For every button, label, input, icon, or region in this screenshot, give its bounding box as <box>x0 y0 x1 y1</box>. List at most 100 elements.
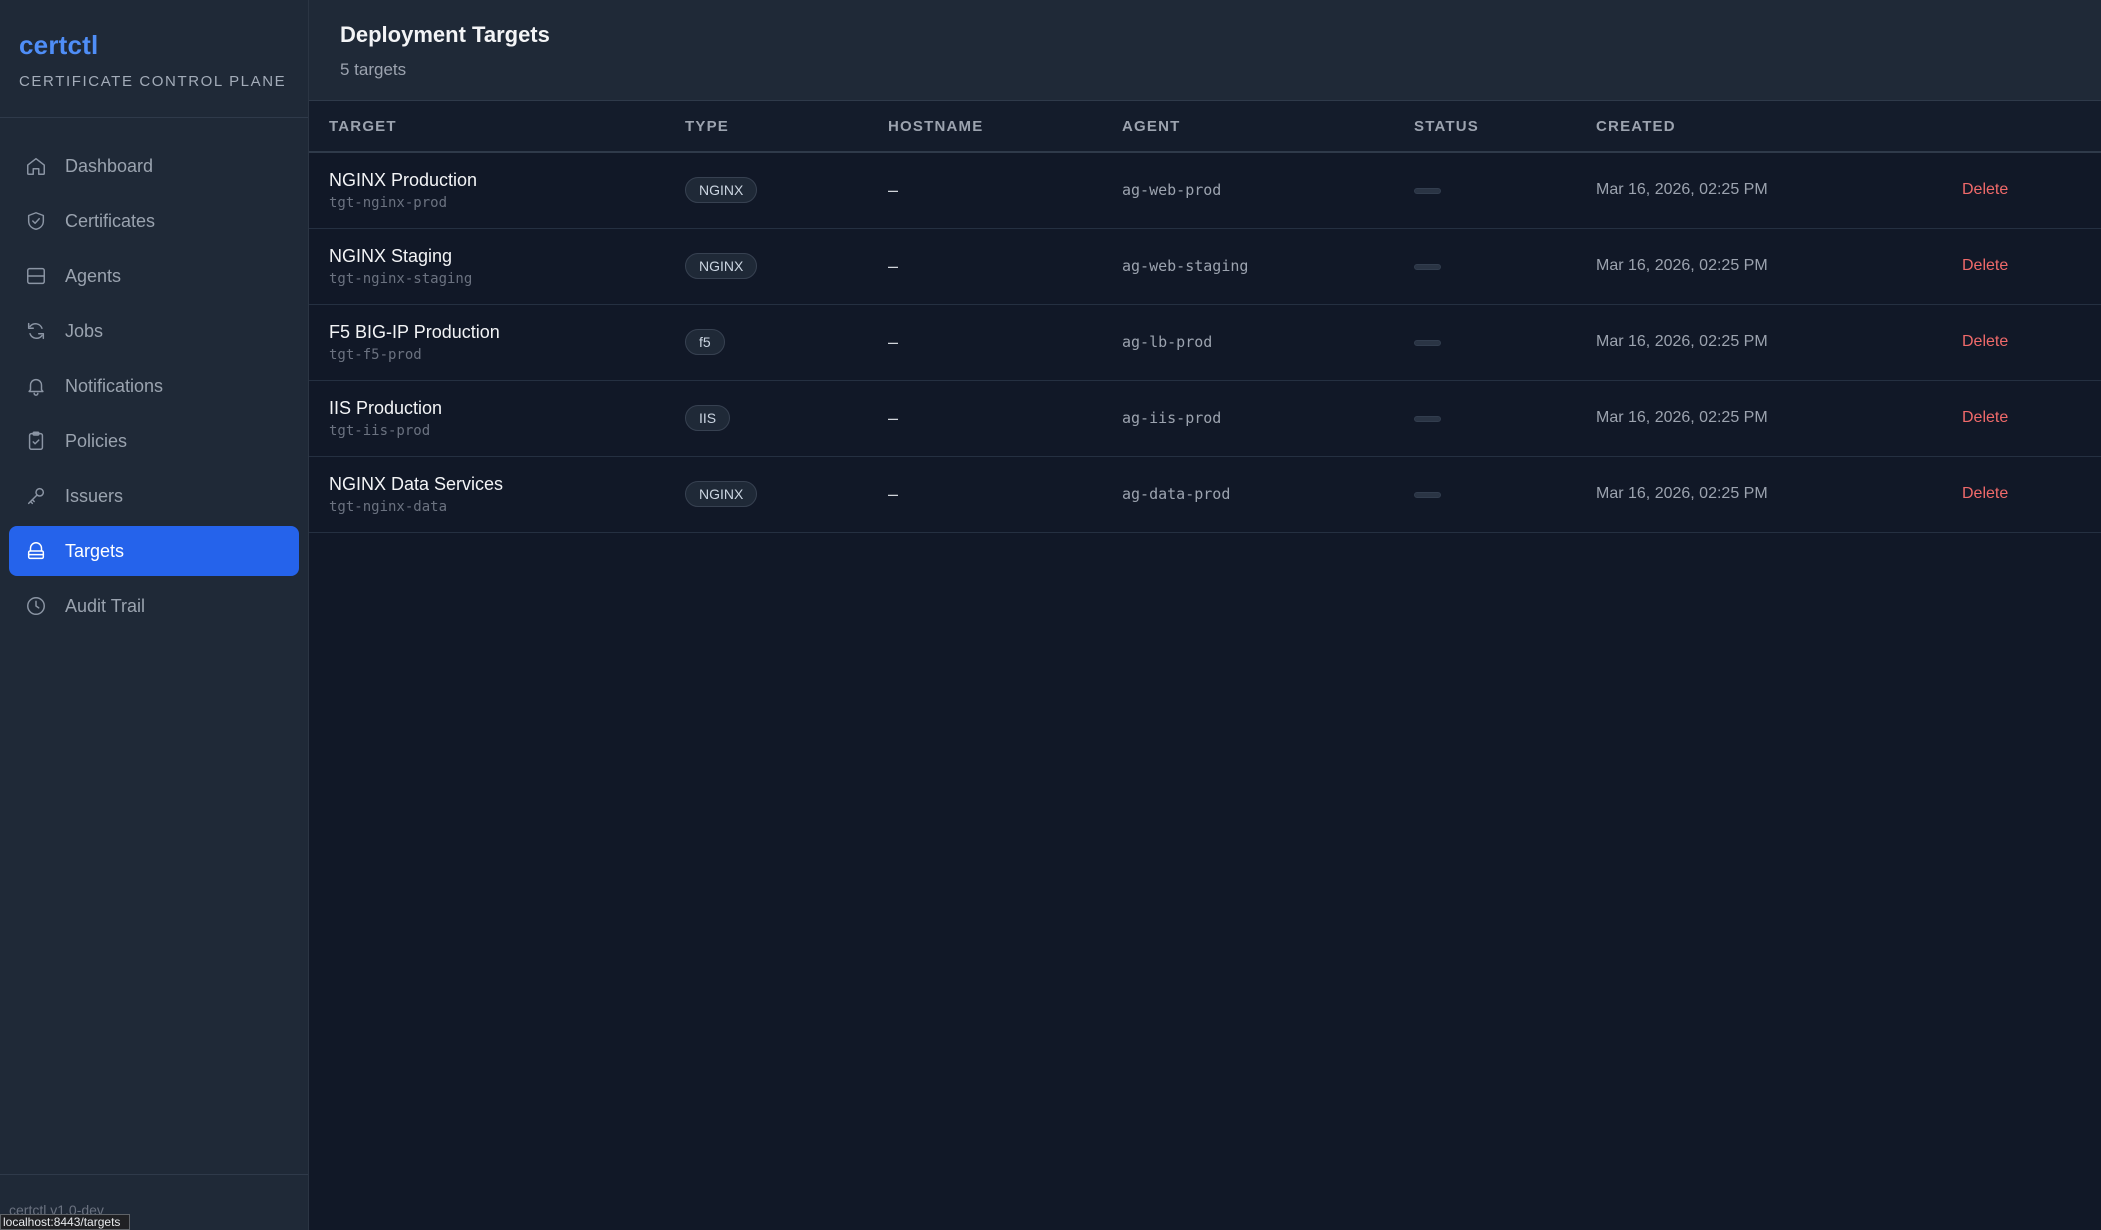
brand: certctl CERTIFICATE CONTROL PLANE <box>0 0 308 118</box>
refresh-icon <box>25 320 47 342</box>
hostname-cell: – <box>888 456 1122 533</box>
table-row[interactable]: NGINX Staging tgt-nginx-staging NGINX – … <box>309 228 2101 305</box>
sidebar-item-certificates[interactable]: Certificates <box>9 196 299 246</box>
created-date: Mar 16, 2026, 02:25 PM <box>1596 181 1768 199</box>
target-name[interactable]: NGINX Production <box>329 170 685 191</box>
sidebar-item-targets[interactable]: Targets <box>9 526 299 576</box>
table-row[interactable]: NGINX Data Services tgt-nginx-data NGINX… <box>309 456 2101 533</box>
target-cell: NGINX Production tgt-nginx-prod <box>309 152 685 229</box>
sidebar-item-issuers[interactable]: Issuers <box>9 471 299 521</box>
created-date: Mar 16, 2026, 02:25 PM <box>1596 485 1768 502</box>
target-name[interactable]: F5 BIG-IP Production <box>329 322 685 343</box>
sidebar-item-label: Policies <box>65 430 128 451</box>
clock-icon <box>25 595 47 617</box>
target-cell: NGINX Data Services tgt-nginx-data <box>309 456 685 533</box>
type-cell: NGINX <box>685 456 888 533</box>
sidebar-item-jobs[interactable]: Jobs <box>9 306 299 356</box>
status-cell <box>1414 152 1596 229</box>
target-cell: IIS Production tgt-iis-prod <box>309 380 685 457</box>
sidebar-item-label: Targets <box>65 540 125 561</box>
agent-cell: ag-data-prod <box>1122 456 1414 533</box>
agent-id: ag-iis-prod <box>1122 408 1222 427</box>
bell-icon <box>25 375 47 397</box>
target-id: tgt-nginx-staging <box>329 270 473 287</box>
type-cell: NGINX <box>685 152 888 229</box>
hostname-cell: – <box>888 304 1122 381</box>
status-cell <box>1414 456 1596 533</box>
target-id: tgt-nginx-data <box>329 498 448 515</box>
status-cell <box>1414 228 1596 305</box>
agent-cell: ag-lb-prod <box>1122 304 1414 381</box>
page-header: Deployment Targets 5 targets <box>309 0 2101 101</box>
created-date: Mar 16, 2026, 02:25 PM <box>1596 257 1768 274</box>
hostname-value: – <box>888 407 899 428</box>
sidebar-item-label: Dashboard <box>65 155 154 176</box>
sidebar-item-label: Audit Trail <box>65 595 146 616</box>
sidebar: certctl CERTIFICATE CONTROL PLANE Dashbo… <box>0 0 309 1230</box>
column-header-hostname: HOSTNAME <box>888 101 1122 153</box>
shield-check-icon <box>25 210 47 232</box>
type-badge: NGINX <box>685 253 758 279</box>
key-icon <box>25 485 47 507</box>
agent-id: ag-web-prod <box>1122 180 1222 199</box>
page-title: Deployment Targets <box>340 22 550 47</box>
sidebar-item-audit-trail[interactable]: Audit Trail <box>9 581 299 631</box>
hostname-value: – <box>888 179 899 200</box>
agent-id: ag-web-staging <box>1122 256 1249 275</box>
type-badge: f5 <box>685 329 725 355</box>
delete-button[interactable]: Delete <box>1962 333 2008 350</box>
hostname-value: – <box>888 255 899 276</box>
sidebar-item-notifications[interactable]: Notifications <box>9 361 299 411</box>
sidebar-item-label: Issuers <box>65 485 124 506</box>
target-id: tgt-iis-prod <box>329 422 431 439</box>
delete-button[interactable]: Delete <box>1962 181 2008 198</box>
agent-id: ag-lb-prod <box>1122 332 1213 351</box>
created-cell: Mar 16, 2026, 02:25 PM <box>1596 304 1962 381</box>
created-cell: Mar 16, 2026, 02:25 PM <box>1596 456 1962 533</box>
sidebar-item-agents[interactable]: Agents <box>9 251 299 301</box>
table-row[interactable]: NGINX Production tgt-nginx-prod NGINX – … <box>309 152 2101 229</box>
brand-subtitle: CERTIFICATE CONTROL PLANE <box>19 73 287 90</box>
status-badge <box>1414 188 1441 195</box>
type-cell: f5 <box>685 304 888 381</box>
agent-id: ag-data-prod <box>1122 484 1231 503</box>
status-cell <box>1414 380 1596 457</box>
agent-cell: ag-web-prod <box>1122 152 1414 229</box>
table-row[interactable]: IIS Production tgt-iis-prod IIS – ag-iis… <box>309 380 2101 457</box>
column-header-target: TARGET <box>309 101 685 153</box>
type-cell: NGINX <box>685 228 888 305</box>
status-badge <box>1414 492 1441 498</box>
actions-cell: Delete <box>1962 456 2101 533</box>
sidebar-item-label: Certificates <box>65 210 156 231</box>
hostname-cell: – <box>888 152 1122 229</box>
created-date: Mar 16, 2026, 02:25 PM <box>1596 333 1768 350</box>
delete-button[interactable]: Delete <box>1962 485 2008 502</box>
app-root: certctl CERTIFICATE CONTROL PLANE Dashbo… <box>0 0 2101 1230</box>
delete-button[interactable]: Delete <box>1962 409 2008 426</box>
status-badge <box>1414 340 1441 346</box>
table-row[interactable]: F5 BIG-IP Production tgt-f5-prod f5 – ag… <box>309 304 2101 381</box>
agent-cell: ag-web-staging <box>1122 228 1414 305</box>
brand-name[interactable]: certctl <box>19 30 308 61</box>
actions-cell: Delete <box>1962 380 2101 457</box>
clipboard-check-icon <box>25 430 47 452</box>
target-name[interactable]: NGINX Data Services <box>329 474 685 495</box>
home-icon <box>25 155 47 177</box>
column-header-agent: AGENT <box>1122 101 1414 153</box>
sidebar-nav: Dashboard Certificates Agents Jobs Notif… <box>0 118 308 631</box>
browser-status-url: localhost:8443/targets <box>0 1214 130 1230</box>
target-name[interactable]: NGINX Staging <box>329 246 685 267</box>
target-name[interactable]: IIS Production <box>329 398 685 419</box>
sidebar-item-label: Agents <box>65 265 122 286</box>
status-badge <box>1414 416 1441 422</box>
targets-table: TARGET TYPE HOSTNAME AGENT STATUS CREATE… <box>309 101 2101 533</box>
status-cell <box>1414 304 1596 381</box>
delete-button[interactable]: Delete <box>1962 257 2008 274</box>
actions-cell: Delete <box>1962 304 2101 381</box>
sidebar-item-policies[interactable]: Policies <box>9 416 299 466</box>
created-cell: Mar 16, 2026, 02:25 PM <box>1596 228 1962 305</box>
sidebar-item-dashboard[interactable]: Dashboard <box>9 141 299 191</box>
column-header-created: CREATED <box>1596 101 1962 153</box>
column-header-status: STATUS <box>1414 101 1596 153</box>
actions-cell: Delete <box>1962 228 2101 305</box>
